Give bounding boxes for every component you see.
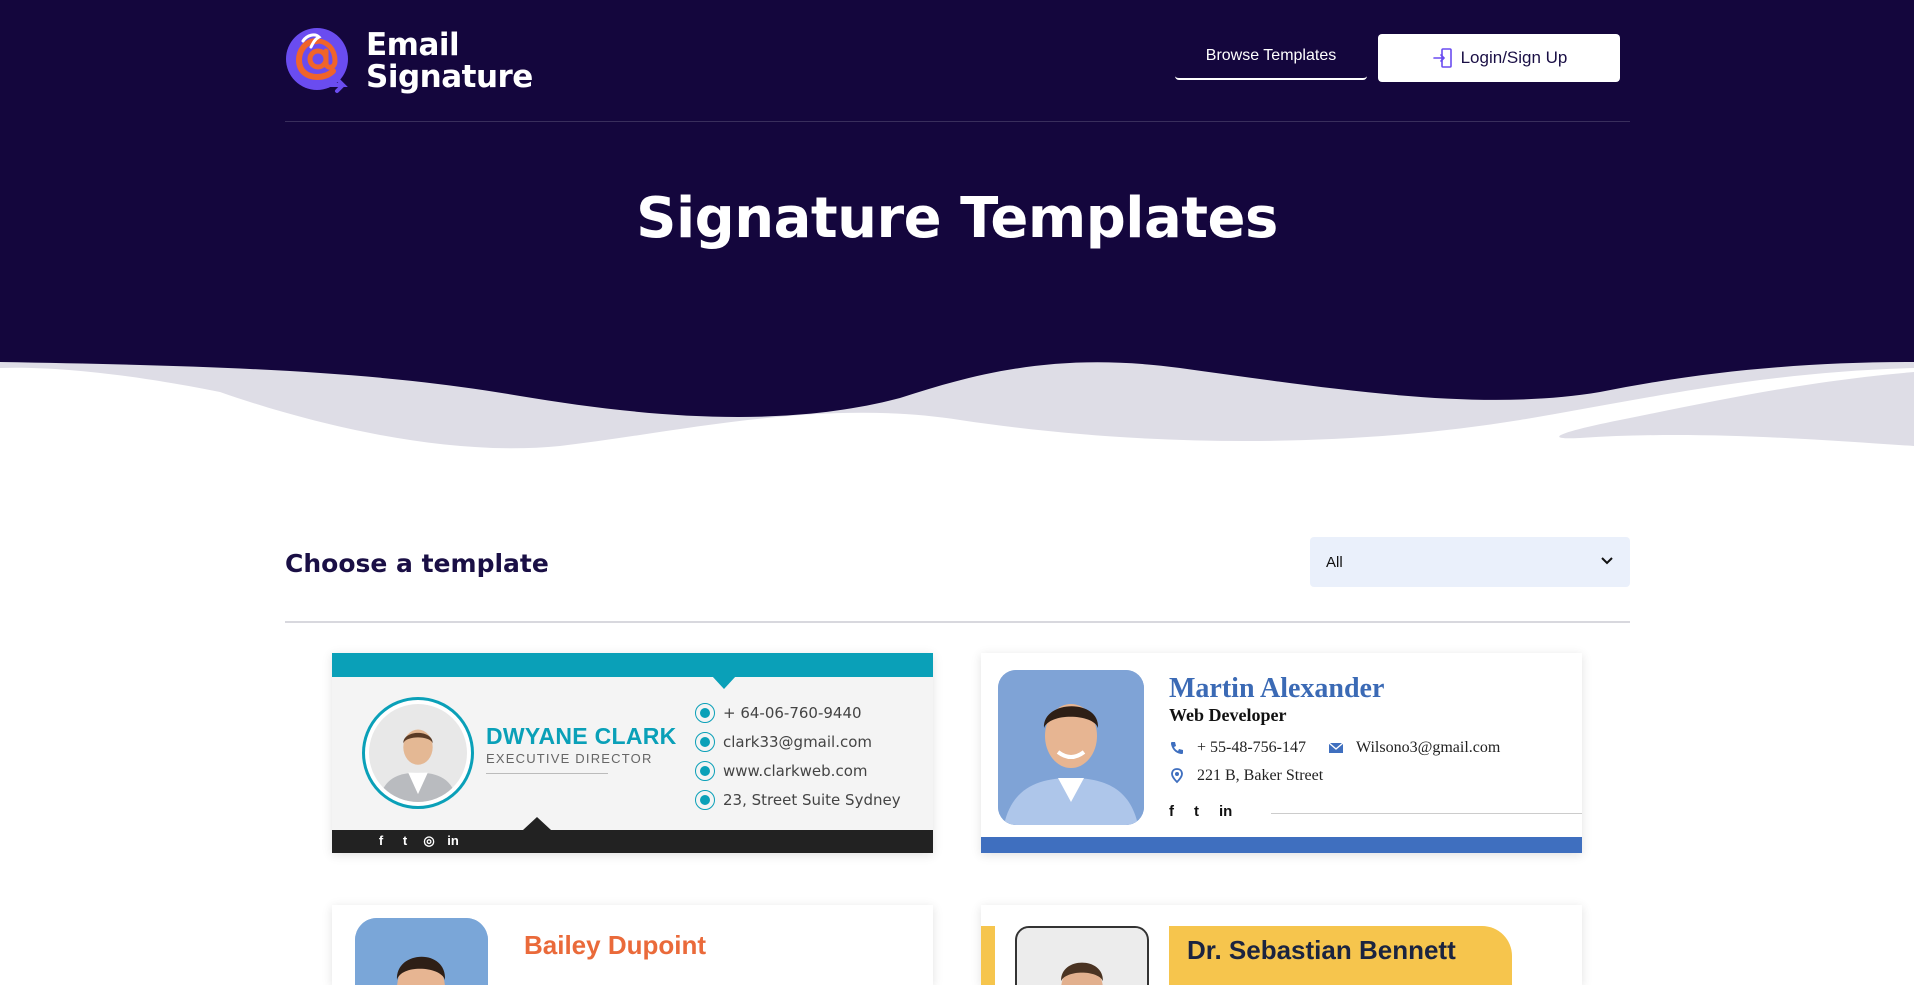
social-icons: f t ◎ in xyxy=(374,833,460,849)
avatar xyxy=(1015,926,1149,985)
social-icons: f t in xyxy=(1169,803,1232,820)
contact-line-1: + 55-48-756-147 Wilsono3@gmail.com xyxy=(1169,739,1500,757)
contact-website-row: www.clarkweb.com xyxy=(695,756,901,785)
contact-address-row: 23, Street Suite Sydney xyxy=(695,785,901,814)
globe-icon xyxy=(695,760,715,781)
phone-icon xyxy=(695,702,715,723)
avatar xyxy=(998,670,1144,825)
login-signup-label: Login/Sign Up xyxy=(1460,48,1568,67)
card-bottom-bar xyxy=(981,837,1582,853)
template-card-sebastian-bennett[interactable]: Dr. Sebastian Bennett xyxy=(981,905,1582,985)
person-photo-icon xyxy=(1018,928,1146,985)
template-card-martin-alexander[interactable]: Martin Alexander Web Developer + 55-48-7… xyxy=(981,653,1582,853)
hero-banner: Email Signature Browse Templates Login/S… xyxy=(0,0,1914,460)
card-top-bar xyxy=(332,653,933,677)
logo[interactable]: Email Signature xyxy=(285,26,545,96)
avatar xyxy=(369,704,467,802)
contact-address: 23, Street Suite Sydney xyxy=(723,790,901,809)
contact-website: www.clarkweb.com xyxy=(723,761,868,780)
twitter-icon: t xyxy=(1194,803,1199,820)
category-filter-select[interactable]: All xyxy=(1310,537,1630,587)
logo-at-icon xyxy=(286,28,348,93)
twitter-icon: t xyxy=(402,833,408,848)
location-pin-icon xyxy=(1171,768,1183,784)
avatar-ring xyxy=(362,697,474,809)
page-title: Signature Templates xyxy=(636,186,1278,251)
card-top-notch xyxy=(712,676,736,689)
location-pin-icon xyxy=(695,789,715,810)
email-icon xyxy=(1328,742,1344,753)
logo-line-1: Email xyxy=(366,27,460,63)
facebook-icon: f xyxy=(1169,803,1174,820)
person-photo-icon xyxy=(355,918,488,985)
signature-name: Martin Alexander xyxy=(1169,673,1385,704)
person-photo-icon xyxy=(369,704,467,802)
signature-name: DWYANE CLARK xyxy=(486,723,677,749)
browse-templates-button[interactable]: Browse Templates xyxy=(1175,33,1367,80)
login-icon xyxy=(1432,48,1452,68)
card-accent-bar xyxy=(981,926,995,985)
phone-icon xyxy=(1171,742,1183,754)
signature-name: Bailey Dupoint xyxy=(524,930,707,960)
email-icon xyxy=(695,731,715,752)
site-header: Email Signature Browse Templates Login/S… xyxy=(285,0,1630,122)
section-title: Choose a template xyxy=(285,549,549,578)
template-section-header: Choose a template All xyxy=(285,537,1630,623)
contact-line-2: 221 B, Baker Street xyxy=(1169,767,1323,785)
signature-name: Dr. Sebastian Bennett xyxy=(1187,935,1456,965)
signature-role: EXECUTIVE DIRECTOR xyxy=(486,751,653,766)
divider xyxy=(1271,813,1582,814)
signature-role: Web Developer xyxy=(1169,705,1287,725)
linkedin-icon: in xyxy=(447,833,459,848)
facebook-icon: f xyxy=(378,833,384,848)
contact-phone-row: + 64-06-760-9440 xyxy=(695,698,901,727)
contact-email: clark33@gmail.com xyxy=(723,732,873,751)
linkedin-icon: in xyxy=(1219,803,1233,820)
template-card-bailey-dupoint[interactable]: Bailey Dupoint xyxy=(332,905,933,985)
contact-phone: + 64-06-760-9440 xyxy=(723,703,862,722)
divider xyxy=(486,773,608,774)
template-card-dwyane-clark[interactable]: DWYANE CLARK EXECUTIVE DIRECTOR + 64-06-… xyxy=(332,653,933,853)
instagram-icon: ◎ xyxy=(423,833,435,848)
filter-selected-value: All xyxy=(1326,553,1343,571)
logo-line-2: Signature xyxy=(366,59,533,95)
card-bottom-notch xyxy=(523,817,551,830)
contact-info: + 64-06-760-9440 clark33@gmail.com www.c… xyxy=(695,698,901,814)
avatar xyxy=(355,918,488,985)
contact-email: Wilsono3@gmail.com xyxy=(1356,739,1501,756)
login-signup-button[interactable]: Login/Sign Up xyxy=(1378,34,1620,82)
logo-text: Email Signature xyxy=(366,29,533,93)
contact-email-row: clark33@gmail.com xyxy=(695,727,901,756)
contact-phone: + 55-48-756-147 xyxy=(1197,739,1307,756)
chevron-down-icon xyxy=(1601,557,1613,565)
contact-address: 221 B, Baker Street xyxy=(1197,767,1324,784)
person-photo-icon xyxy=(998,670,1144,825)
